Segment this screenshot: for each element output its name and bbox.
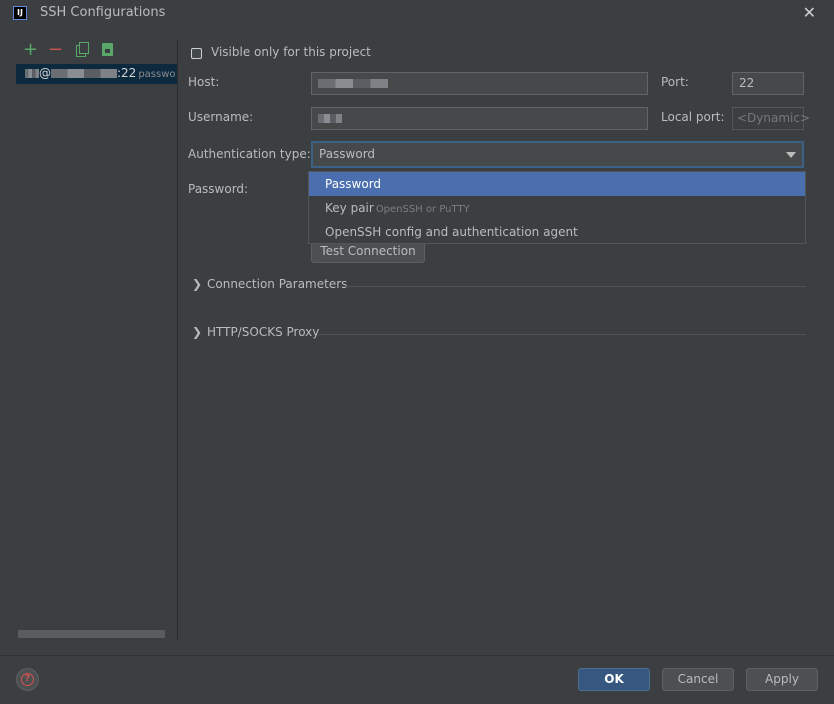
help-icon: ? xyxy=(21,673,34,686)
redacted-host xyxy=(51,69,117,78)
chevron-down-icon xyxy=(786,152,796,158)
help-button[interactable]: ? xyxy=(16,668,39,691)
section-label: HTTP/SOCKS Proxy xyxy=(207,325,320,339)
remove-icon[interactable]: − xyxy=(48,41,66,60)
visible-only-label: Visible only for this project xyxy=(211,45,371,59)
http-socks-proxy-section[interactable]: ❯ HTTP/SOCKS Proxy xyxy=(192,325,806,343)
username-label: Username: xyxy=(188,110,254,124)
config-item-auth: passwo xyxy=(138,69,176,80)
auth-type-label: Authentication type: xyxy=(188,147,311,161)
add-icon[interactable]: + xyxy=(23,41,41,60)
local-port-input[interactable]: <Dynamic> xyxy=(732,107,810,130)
close-icon[interactable]: ✕ xyxy=(803,5,816,21)
redacted-host-value xyxy=(318,79,388,88)
copy-icon[interactable] xyxy=(74,42,92,60)
cancel-button[interactable]: Cancel xyxy=(662,668,734,691)
host-label: Host: xyxy=(188,75,220,89)
section-divider xyxy=(318,334,806,335)
auth-option-key-pair[interactable]: Key pair OpenSSH or PuTTY xyxy=(309,196,805,220)
configurations-list-pane: + − @:22 passwo xyxy=(0,27,177,641)
auth-option-password[interactable]: Password xyxy=(309,172,805,196)
username-input[interactable] xyxy=(311,107,648,130)
auth-option-openssh-agent[interactable]: OpenSSH config and authentication agent xyxy=(309,220,805,244)
ok-button[interactable]: OK xyxy=(578,668,650,691)
footer-divider xyxy=(0,655,834,656)
chevron-right-icon: ❯ xyxy=(192,277,203,291)
visible-only-checkbox[interactable] xyxy=(191,48,202,59)
redacted-username-value xyxy=(318,114,342,123)
section-divider xyxy=(340,286,806,287)
host-input[interactable] xyxy=(311,72,648,95)
configuration-form: Visible only for this project Host: Port… xyxy=(178,27,834,641)
ssh-config-list-item[interactable]: @:22 passwo xyxy=(16,64,177,84)
intellij-logo-icon: IJ xyxy=(13,6,27,20)
auth-type-value: Password xyxy=(319,147,376,161)
port-label: Port: xyxy=(661,75,689,89)
chevron-right-icon: ❯ xyxy=(192,325,203,339)
password-label: Password: xyxy=(188,182,249,196)
title-bar: IJ SSH Configurations ✕ xyxy=(0,0,834,27)
auth-type-select[interactable]: Password xyxy=(311,141,804,168)
local-port-label: Local port: xyxy=(661,110,725,124)
horizontal-scrollbar[interactable] xyxy=(18,630,165,638)
config-item-port: :22 xyxy=(117,66,137,80)
window-title: SSH Configurations xyxy=(40,5,166,20)
apply-button[interactable]: Apply xyxy=(746,668,818,691)
save-icon[interactable] xyxy=(100,42,118,60)
port-input[interactable]: 22 xyxy=(732,72,804,95)
redacted-user xyxy=(25,69,39,78)
auth-type-dropdown: Password Key pair OpenSSH or PuTTY OpenSS… xyxy=(308,171,806,244)
section-label: Connection Parameters xyxy=(207,277,348,291)
connection-parameters-section[interactable]: ❯ Connection Parameters xyxy=(192,277,806,295)
